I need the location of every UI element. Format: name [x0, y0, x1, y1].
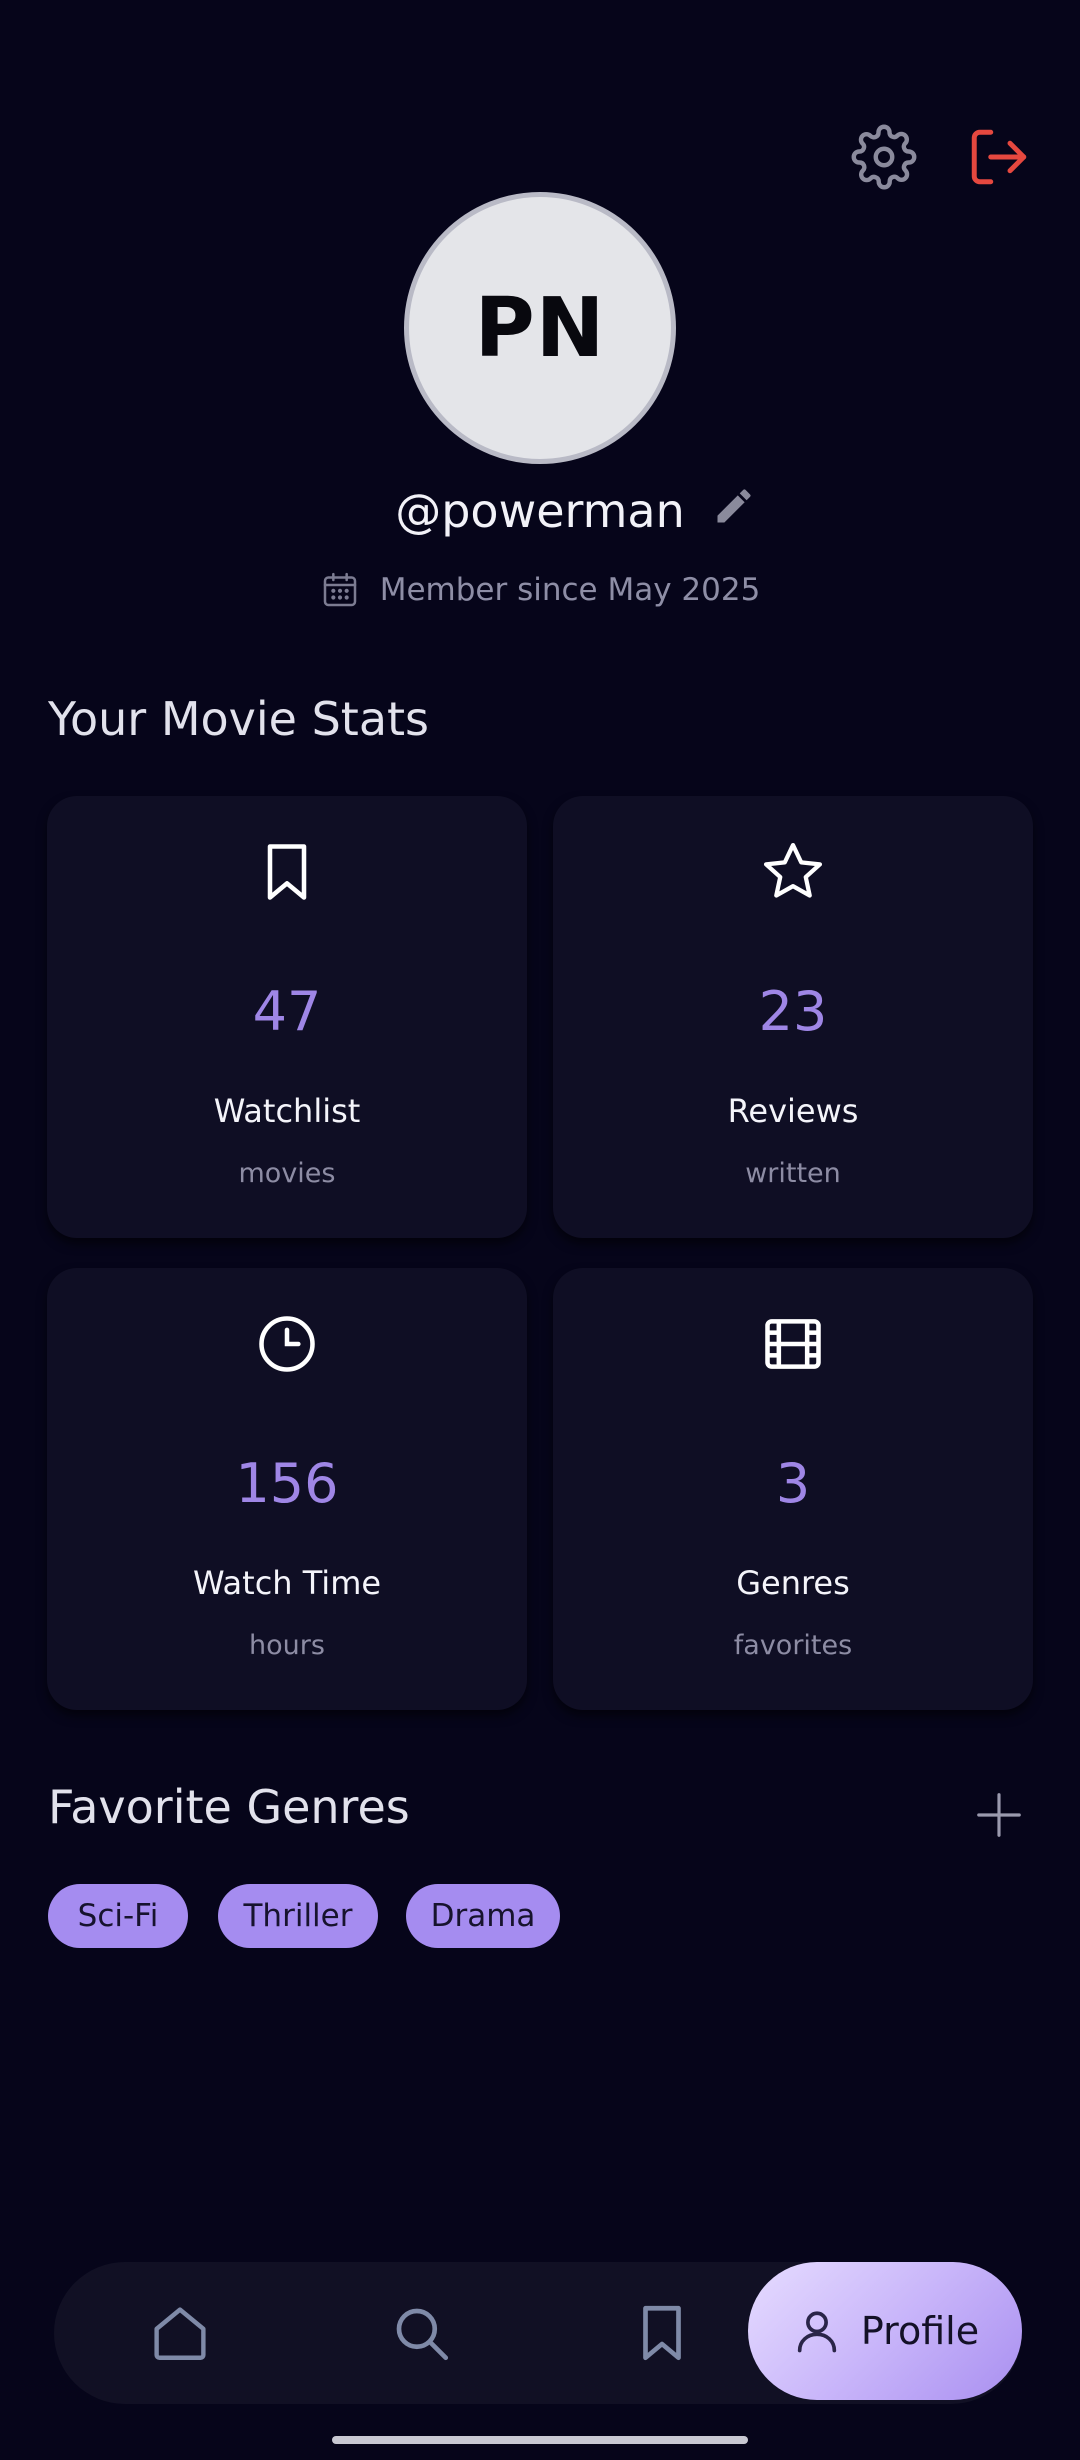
pencil-icon: [717, 489, 751, 523]
favorite-genres-title: Favorite Genres: [48, 1780, 410, 1834]
nav-profile-label: Profile: [860, 2309, 980, 2353]
calendar-icon: [323, 572, 356, 607]
home-icon: [154, 2307, 206, 2360]
bottom-nav: Profile: [54, 2262, 1022, 2404]
stat-sublabel: hours: [249, 1630, 325, 1661]
nav-profile[interactable]: Profile: [748, 2262, 1022, 2400]
stat-label: Watchlist: [213, 1092, 361, 1130]
edit-username-button[interactable]: [712, 484, 756, 528]
stat-value: 23: [758, 980, 828, 1043]
user-icon: [797, 2311, 837, 2353]
stat-value: 47: [252, 980, 322, 1043]
username: @powerman: [395, 484, 685, 538]
star-icon: [763, 842, 823, 898]
stat-label: Reviews: [727, 1092, 859, 1130]
member-since-text: Member since May 2025: [379, 572, 761, 608]
stats-section-title: Your Movie Stats: [48, 692, 430, 746]
settings-button[interactable]: [851, 124, 917, 190]
search-icon: [396, 2308, 449, 2361]
genre-chip[interactable]: Thriller: [218, 1884, 378, 1948]
member-since-row: Member since May 2025: [0, 568, 1080, 612]
logout-icon: [971, 129, 1027, 185]
stat-sublabel: favorites: [733, 1630, 853, 1661]
nav-home[interactable]: [147, 2300, 213, 2366]
nav-search[interactable]: [388, 2300, 454, 2366]
stat-value: 156: [235, 1452, 339, 1515]
logout-button[interactable]: [966, 124, 1032, 190]
stat-sublabel: movies: [238, 1158, 336, 1189]
avatar-initials: PN: [474, 280, 606, 376]
stat-card-watchlist[interactable]: 47 Watchlist movies: [47, 796, 527, 1238]
bookmark-icon: [267, 844, 307, 900]
stat-card-genres[interactable]: 3 Genres favorites: [553, 1268, 1033, 1710]
gear-icon: [851, 124, 917, 190]
film-icon: [765, 1319, 821, 1369]
stat-card-watch-time[interactable]: 156 Watch Time hours: [47, 1268, 527, 1710]
clock-icon: [259, 1316, 315, 1372]
stat-sublabel: written: [745, 1158, 841, 1189]
stat-value: 3: [775, 1452, 811, 1515]
add-genre-button[interactable]: [972, 1788, 1026, 1842]
profile-screen: PN @powerman Member since May 2025 Your …: [0, 0, 1080, 2460]
stat-card-reviews[interactable]: 23 Reviews written: [553, 796, 1033, 1238]
username-row: @powerman: [0, 480, 1080, 550]
bookmark-icon: [643, 2305, 681, 2361]
avatar[interactable]: PN: [404, 192, 676, 464]
genre-chip[interactable]: Drama: [406, 1884, 560, 1948]
genre-chip[interactable]: Sci-Fi: [48, 1884, 188, 1948]
home-indicator[interactable]: [332, 2436, 748, 2444]
nav-watchlist[interactable]: [629, 2300, 695, 2366]
stat-label: Genres: [736, 1564, 850, 1602]
plus-icon: [977, 1793, 1021, 1837]
stat-label: Watch Time: [192, 1564, 382, 1602]
